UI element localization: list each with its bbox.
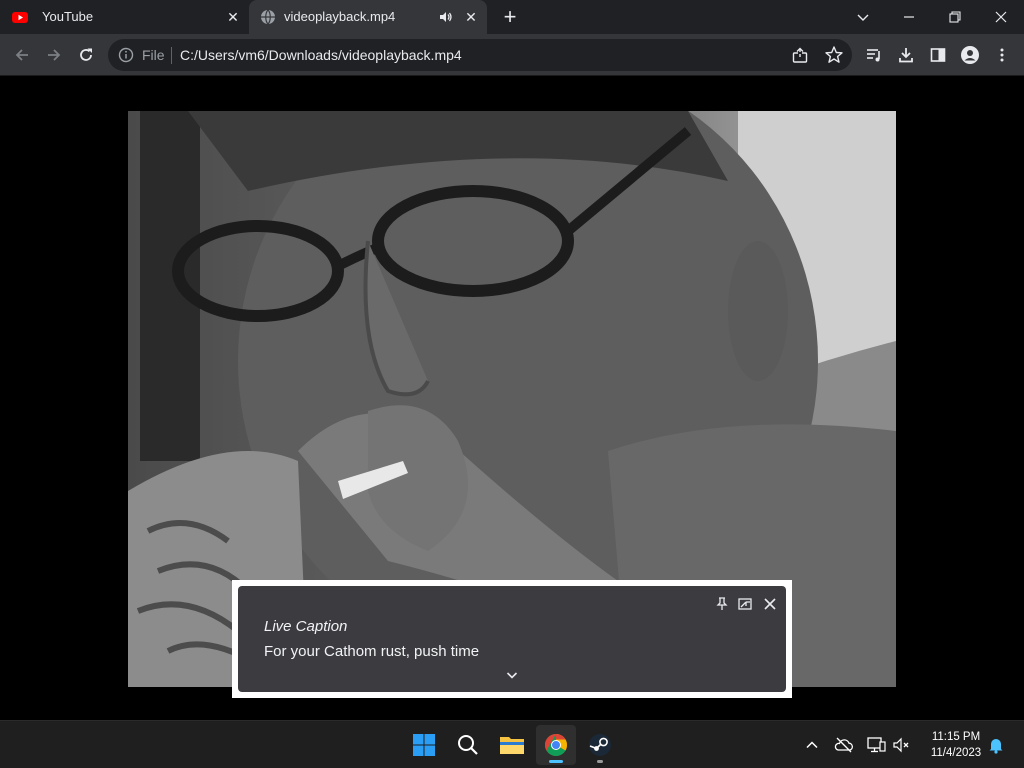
back-button[interactable]: [8, 41, 36, 69]
close-window-button[interactable]: [978, 0, 1024, 34]
close-tab-icon[interactable]: ✕: [224, 8, 242, 26]
forward-button[interactable]: [40, 41, 68, 69]
minimize-icon: [904, 16, 914, 18]
address-bar[interactable]: File C:/Users/vm6/Downloads/videoplaybac…: [108, 39, 852, 71]
taskbar-search-button[interactable]: [448, 725, 488, 765]
page-viewport: Live Caption For your Cathom rust, push …: [0, 77, 1024, 720]
volume-muted-icon: [893, 737, 909, 753]
reload-icon: [80, 48, 92, 61]
forward-arrow-icon: [48, 49, 61, 61]
profile-button[interactable]: [956, 41, 984, 69]
network-icon: [867, 737, 886, 753]
more-vert-icon: [1000, 48, 1004, 62]
tab-videoplayback[interactable]: videoplayback.mp4 ✕: [249, 0, 487, 34]
collapse-icon[interactable]: [737, 596, 753, 612]
windows-logo-icon: [413, 734, 435, 756]
cloud-offline-icon: [834, 737, 853, 753]
live-caption-bubble[interactable]: Live Caption For your Cathom rust, push …: [232, 580, 792, 698]
clock-time: 11:15 PM: [931, 731, 981, 743]
tab-title: videoplayback.mp4: [284, 9, 396, 24]
file-explorer-button[interactable]: [492, 725, 532, 765]
url-text[interactable]: C:/Users/vm6/Downloads/videoplayback.mp4: [180, 47, 462, 63]
youtube-icon: [12, 12, 28, 23]
onedrive-tray-button[interactable]: [834, 735, 854, 755]
omnibox-divider: [171, 47, 172, 64]
pin-icon[interactable]: [714, 596, 730, 612]
chevron-up-icon: [806, 741, 818, 749]
share-icon[interactable]: [791, 46, 809, 64]
live-caption-title: Live Caption: [264, 618, 348, 635]
audio-playing-icon[interactable]: [437, 8, 455, 26]
tab-strip: YouTube ✕ videoplayback.mp4 ✕ +: [0, 0, 1024, 34]
close-icon[interactable]: [762, 596, 778, 612]
new-tab-button[interactable]: +: [498, 5, 522, 29]
downloads-button[interactable]: [892, 41, 920, 69]
chevron-down-icon[interactable]: [505, 668, 519, 682]
media-queue-icon: [867, 49, 880, 62]
volume-tray-button[interactable]: [892, 735, 912, 755]
chrome-taskbar-button[interactable]: [536, 725, 576, 765]
close-icon: [995, 11, 1007, 23]
download-icon: [899, 48, 913, 63]
steam-taskbar-button[interactable]: [580, 725, 620, 765]
tab-title: YouTube: [42, 9, 94, 24]
notifications-button[interactable]: [986, 735, 1006, 755]
show-hidden-icons-button[interactable]: [802, 735, 822, 755]
restore-button[interactable]: [932, 0, 978, 34]
chrome-icon: [545, 734, 567, 756]
media-controls-button[interactable]: [860, 41, 888, 69]
start-button[interactable]: [404, 725, 444, 765]
chevron-down-icon: [857, 14, 869, 21]
chrome-menu-button[interactable]: [988, 41, 1016, 69]
reload-button[interactable]: [72, 41, 100, 69]
live-caption-panel: Live Caption For your Cathom rust, push …: [238, 586, 786, 692]
info-icon[interactable]: [118, 47, 134, 63]
tab-youtube[interactable]: YouTube ✕: [0, 0, 248, 34]
side-panel-button[interactable]: [924, 41, 952, 69]
bell-icon: [989, 739, 1003, 754]
live-caption-text: For your Cathom rust, push time: [264, 643, 480, 660]
steam-icon: [589, 734, 611, 756]
network-tray-button[interactable]: [866, 735, 886, 755]
folder-icon: [500, 737, 524, 754]
tab-search-button[interactable]: [840, 0, 886, 34]
globe-icon: [261, 9, 275, 25]
profile-avatar-icon: [961, 46, 979, 64]
close-tab-icon[interactable]: ✕: [462, 8, 480, 26]
scheme-label: File: [142, 47, 165, 63]
back-arrow-icon: [15, 49, 28, 61]
bookmark-star-icon[interactable]: [824, 45, 844, 65]
side-panel-icon: [930, 48, 946, 62]
clock-date: 11/4/2023: [930, 747, 982, 759]
windows-taskbar: 11:15 PM 11/4/2023: [0, 720, 1024, 768]
minimize-button[interactable]: [886, 0, 932, 34]
browser-toolbar: File C:/Users/vm6/Downloads/videoplaybac…: [0, 34, 1024, 76]
search-icon: [458, 735, 478, 755]
restore-icon: [949, 11, 961, 23]
taskbar-clock[interactable]: 11:15 PM 11/4/2023: [920, 729, 992, 761]
